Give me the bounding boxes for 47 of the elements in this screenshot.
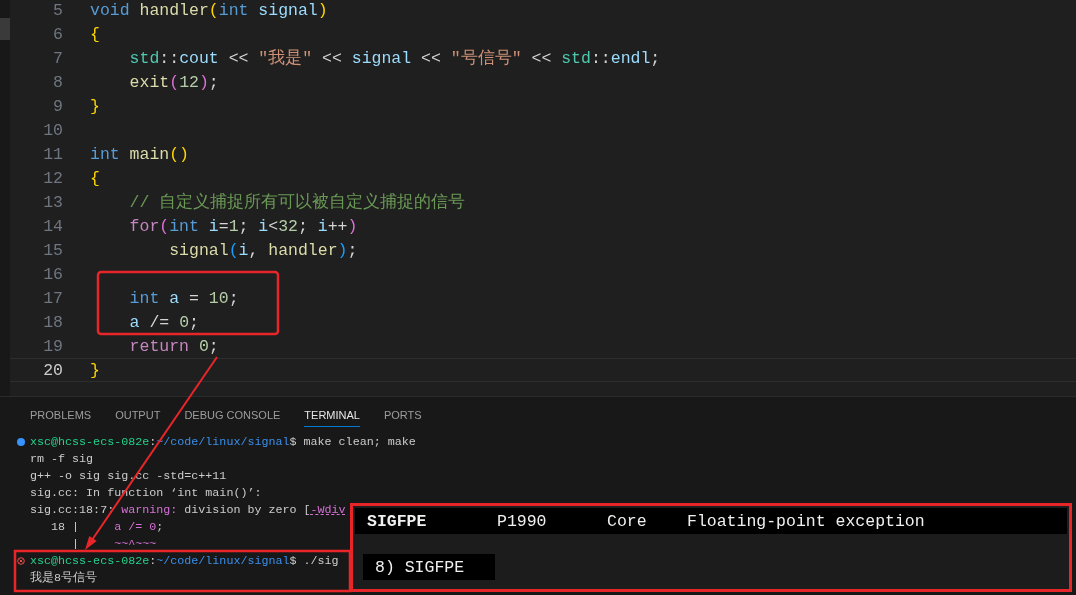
panel-tab[interactable]: OUTPUT [115,403,161,427]
line-number: 7 [52,48,63,68]
table-cell-text: SIGFPE [367,511,428,531]
signal-entry: 8) SIGFPE [363,554,495,580]
line-number: 13 [42,192,63,212]
panel-tab[interactable]: TERMINAL [304,403,360,427]
code-line: exit(12); [128,72,219,92]
line-number: 19 [42,336,63,356]
code-line: { [90,24,100,44]
table-cell-text: Floating-point exception [687,511,926,531]
code-line: void handler(int signal) [90,0,328,20]
code-line: } [90,96,100,116]
code-line: int a = 10; [128,288,239,308]
code-line: // 自定义捕捉所有可以被自定义捕捉的信号 [128,191,466,213]
code-line: return 0; [128,336,219,356]
code-line: a /= 0; [128,312,199,332]
panel-tab[interactable]: PROBLEMS [30,403,92,427]
line-number: 20 [42,360,63,380]
code-line: { [90,168,100,188]
terminal-line: | ~~^~~~ [71,536,157,551]
code-line: signal(i, handler); [168,240,358,260]
code-line: std::cout << "我是" << signal << "号信号" << std::endl; [128,48,661,69]
line-number: 9 [52,96,63,116]
line-number: 8 [52,72,63,92]
scrollbar-thumb[interactable] [0,18,10,40]
code-line: } [90,360,100,380]
line-number: 6 [52,24,63,44]
code-line: int main() [90,144,190,164]
terminal-line: rm -f sig [30,451,94,466]
table-cell-text: Core [607,511,648,531]
panel-tab[interactable]: DEBUG CONSOLE [184,403,281,427]
line-number: 14 [42,216,63,236]
panel-tab[interactable]: PORTS [383,403,422,427]
line-number: 12 [42,168,63,188]
line-number: 5 [52,0,63,20]
terminal-line: 18 | a /= 0; [50,519,164,534]
line-number: 16 [42,264,63,284]
line-number: 18 [42,312,63,332]
terminal-line: xsc@hcss-ecs-082e:~/code/linux/signal$ ./sig [30,553,339,568]
line-number: 15 [42,240,63,260]
terminal-line: 我是8号信号 [30,570,97,585]
line-number: 10 [42,120,63,140]
line-number: 11 [42,144,63,164]
code-line: for(int i=1; i<32; i++) [128,216,358,236]
terminal-line: sig.cc:18:7: warning: division by zero [-Wdiv [30,502,346,517]
table-cell-text: P1990 [497,511,548,531]
line-number: 17 [42,288,63,308]
